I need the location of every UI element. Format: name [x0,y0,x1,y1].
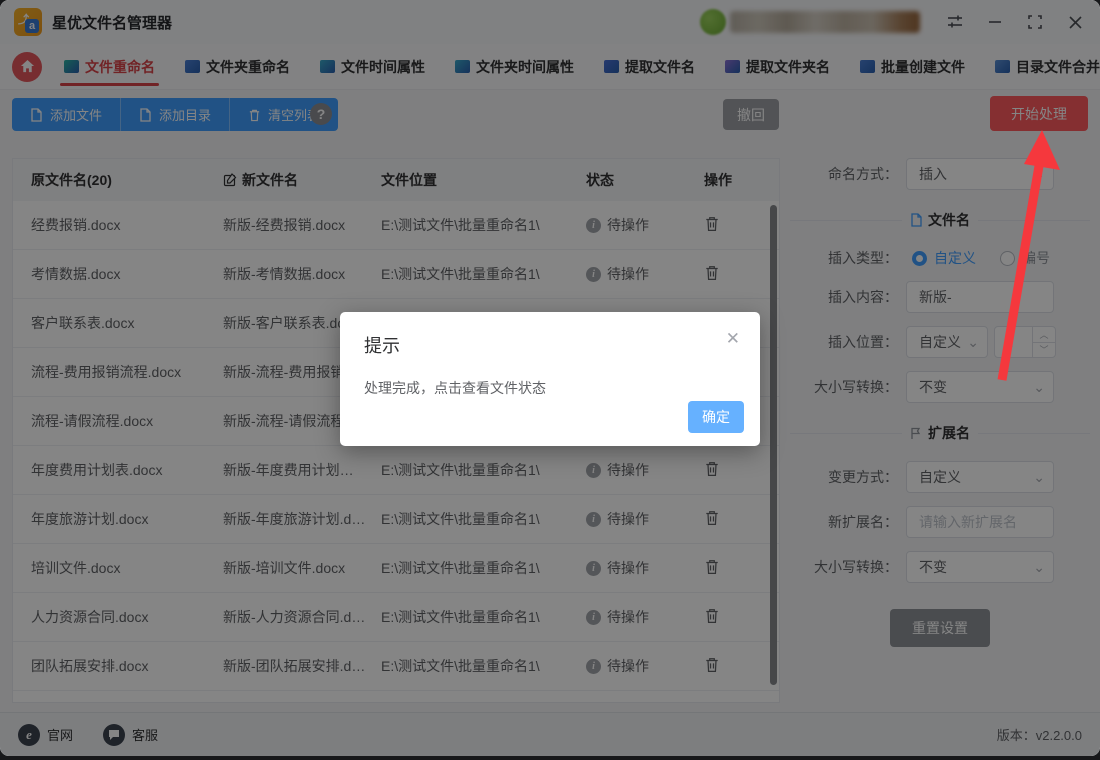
dialog-ok-button[interactable]: 确定 [688,401,744,433]
dialog-message: 处理完成，点击查看文件状态 [364,380,546,396]
dialog-title: 提示 [364,336,400,356]
dialog-close-icon[interactable]: ✕ [726,330,740,347]
app-window: ⤴ a 星优文件名管理器 文件重命名 文件夹重命名 文件时间属性 文件夹时间属性… [0,0,1100,756]
message-dialog: 提示 ✕ 处理完成，点击查看文件状态 确定 [340,312,760,446]
